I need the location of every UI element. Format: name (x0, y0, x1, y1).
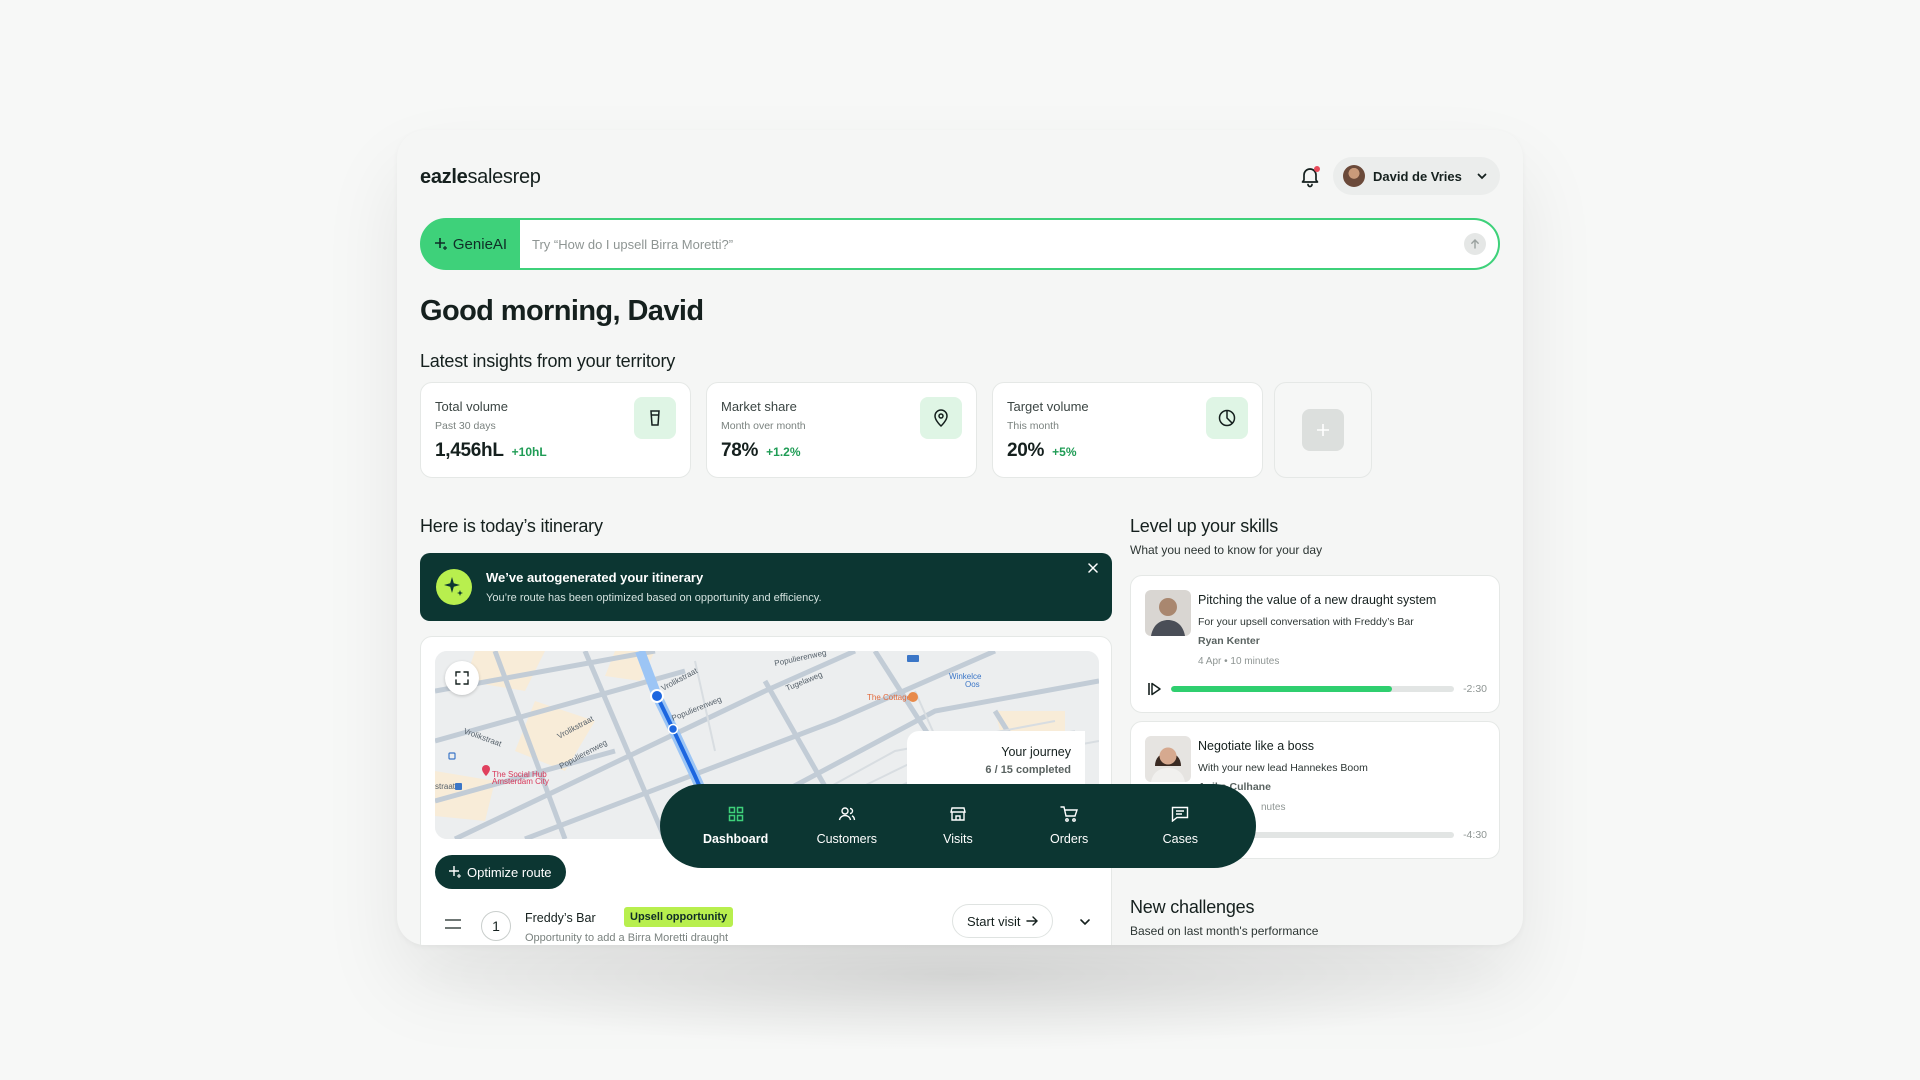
progress-fill (1171, 686, 1392, 692)
card-delta: +5% (1052, 445, 1077, 459)
user-name: David de Vries (1373, 168, 1462, 184)
optimize-route-label: Optimize route (467, 864, 552, 880)
sparkle-icon (434, 238, 447, 250)
skill-title: Pitching the value of a new draught syst… (1198, 593, 1437, 607)
challenges-title: New challenges (1130, 897, 1255, 917)
poi-label: Amsterdam City (492, 777, 549, 786)
card-value: 1,456hL (435, 440, 504, 461)
banner-title: We’ve autogenerated your itinerary (486, 570, 704, 585)
sparkle-icon (449, 866, 461, 878)
genie-ai-button[interactable]: GenieAI (422, 220, 520, 268)
pie-chart-icon (1206, 397, 1248, 439)
nav-label: Dashboard (702, 832, 769, 846)
insights-title: Latest insights from your territory (420, 351, 676, 371)
nav-label: Visits (943, 832, 973, 846)
instructor-photo (1145, 590, 1191, 636)
card-delta: +1.2% (766, 445, 801, 459)
nav-label: Orders (1050, 832, 1089, 846)
nav-customers[interactable]: Customers (797, 806, 897, 846)
expand-icon (455, 671, 469, 685)
skill-meta: nutes (1261, 802, 1286, 813)
search-input[interactable] (532, 236, 1464, 252)
nav-dashboard[interactable]: Dashboard (686, 806, 786, 846)
skill-title: Negotiate like a boss (1198, 739, 1315, 753)
sparkle-icon (436, 569, 472, 605)
skills-subtitle: What you need to know for your day (1130, 543, 1323, 557)
skills-title: Level up your skills (1130, 516, 1279, 536)
instructor-photo (1145, 736, 1191, 782)
nav-label: Customers (816, 832, 877, 846)
chat-icon (1172, 806, 1189, 822)
close-icon[interactable] (1084, 559, 1102, 577)
optimize-route-button[interactable]: Optimize route (435, 855, 566, 889)
search-box (520, 220, 1498, 268)
send-button[interactable] (1464, 233, 1486, 255)
expand-map-button[interactable] (445, 661, 479, 695)
place-label: Oos (965, 680, 980, 689)
store-icon (950, 807, 966, 821)
nav-visits[interactable]: Visits (908, 806, 1008, 846)
dashboard-icon (728, 806, 743, 822)
glass-icon (634, 397, 676, 439)
skill-card[interactable]: Pitching the value of a new draught syst… (1130, 575, 1500, 713)
cart-icon (1060, 806, 1079, 822)
skill-author: Ryan Kenter (1198, 635, 1260, 647)
arrow-right-icon (1026, 916, 1039, 926)
itinerary-title: Here is today’s itinerary (420, 516, 603, 536)
chevron-down-icon (1477, 173, 1487, 180)
nav-label: Cases (1162, 832, 1199, 846)
stop-number: 1 (481, 911, 511, 941)
audio-progress-bar[interactable] (1171, 686, 1454, 692)
chevron-down-icon[interactable] (1078, 915, 1092, 929)
location-pin-icon (920, 397, 962, 439)
opportunity-tag: Upsell opportunity (624, 907, 734, 927)
start-visit-button[interactable]: Start visit (952, 904, 1054, 938)
arrow-up-icon (1471, 239, 1479, 249)
nav-orders[interactable]: Orders (1019, 806, 1119, 846)
card-value: 78% (721, 440, 759, 461)
customers-icon (838, 807, 855, 821)
banner-subtitle: You’re route has been optimized based on… (486, 592, 822, 604)
insight-card-market-share[interactable]: Market share Month over month 78% +1.2% (706, 382, 977, 478)
time-remaining: -4:30 (1463, 829, 1487, 841)
poi-label: The Cottage (867, 693, 912, 702)
logo-bold: eazle (420, 166, 468, 188)
genie-ai-label: GenieAI (452, 235, 508, 253)
bottom-navigation: Dashboard Customers Visits Orders Cases (660, 784, 1256, 868)
notification-dot (1314, 166, 1320, 172)
journey-title: Your journey (1001, 745, 1071, 759)
app-window: eazlesalesrep David de Vries GenieAI Try… (397, 130, 1523, 945)
notifications-bell-icon[interactable] (1298, 164, 1322, 188)
insight-card-target-volume[interactable]: Target volume This month 20% +5% (992, 382, 1263, 478)
start-visit-label: Start visit (967, 913, 1021, 929)
add-button[interactable] (1302, 409, 1344, 451)
add-insight-card[interactable] (1274, 382, 1372, 478)
logo-light: salesrep (467, 166, 541, 188)
skill-subtitle: With your new lead Hannekes Boom (1198, 762, 1368, 774)
card-value: 20% (1007, 440, 1045, 461)
greeting-title: Good morning, David (420, 295, 704, 327)
stop-name[interactable]: Freddy’s Bar (525, 911, 596, 925)
app-logo: eazlesalesrep (420, 166, 541, 189)
journey-progress: 6 / 15 completed (985, 764, 1071, 776)
skill-subtitle: For your upsell conversation with Freddy… (1198, 616, 1414, 628)
skill-meta: 4 Apr • 10 minutes (1198, 656, 1280, 667)
card-delta: +10hL (511, 445, 547, 459)
nav-cases[interactable]: Cases (1130, 806, 1230, 846)
insight-card-total-volume[interactable]: Total volume Past 30 days 1,456hL +10hL (420, 382, 691, 478)
user-menu-button[interactable]: David de Vries (1333, 157, 1500, 195)
play-icon[interactable] (1147, 682, 1163, 696)
genie-search-bar: GenieAI (420, 218, 1500, 270)
plus-icon (1317, 424, 1329, 436)
itinerary-stop-row: 1 Freddy’s Bar Upsell opportunity Opport… (435, 901, 1097, 945)
challenges-subtitle: Based on last month's performance (1130, 924, 1319, 938)
place-label: straat (435, 782, 456, 791)
time-remaining: -2:30 (1463, 683, 1487, 695)
itinerary-banner: We’ve autogenerated your itinerary You’r… (420, 553, 1112, 621)
drag-handle-icon[interactable] (445, 919, 461, 929)
avatar (1343, 165, 1365, 187)
stop-description: Opportunity to add a Birra Moretti draug… (525, 932, 728, 944)
